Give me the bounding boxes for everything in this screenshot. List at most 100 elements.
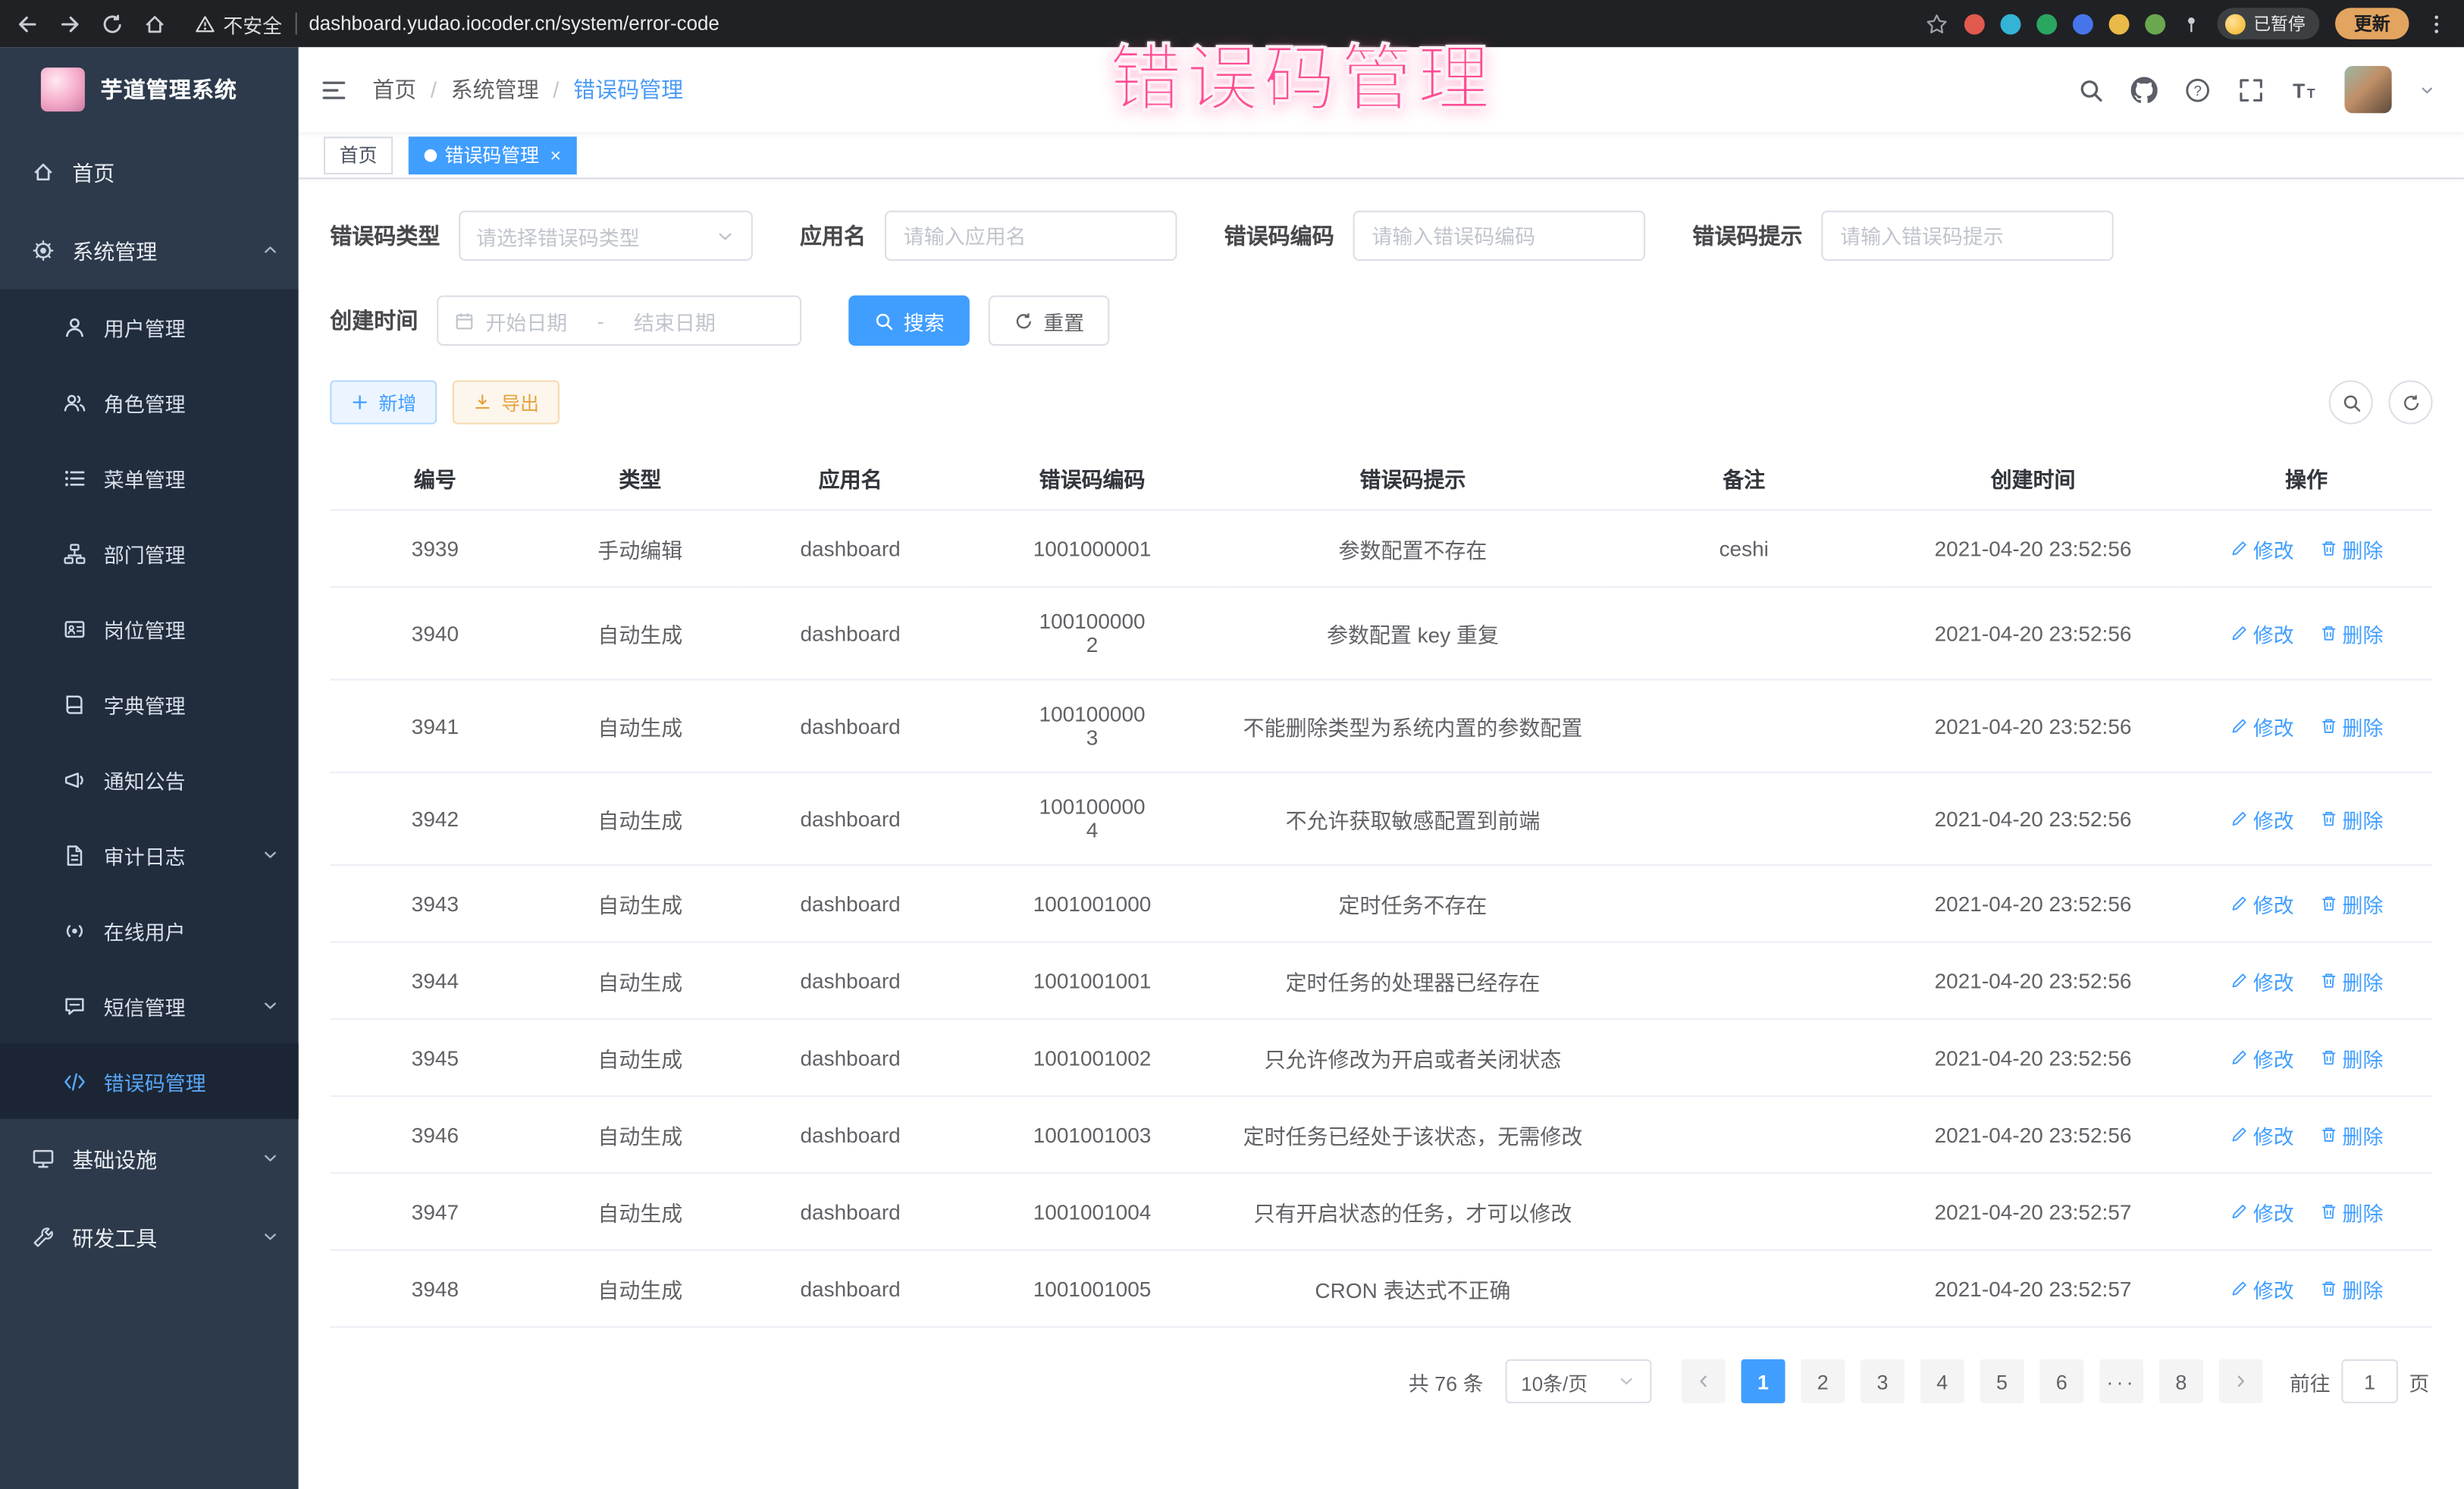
cell-code: 1001001003	[961, 1096, 1224, 1174]
back-icon[interactable]	[16, 12, 39, 36]
delete-link[interactable]: 删除	[2318, 889, 2383, 918]
edit-link[interactable]: 修改	[2230, 711, 2294, 741]
browser-menu-icon[interactable]	[2425, 12, 2448, 36]
page-button-3[interactable]: 3	[1861, 1359, 1904, 1403]
cell-id: 3940	[330, 587, 540, 679]
breadcrumb-separator-icon: /	[431, 77, 437, 102]
sidebar-item-departments[interactable]: 部门管理	[0, 516, 299, 591]
error-type-select[interactable]: 请选择错误码类型	[459, 211, 753, 261]
reset-button[interactable]: 重置	[989, 296, 1110, 346]
user-avatar[interactable]	[2344, 66, 2391, 113]
sidebar-item-infrastructure[interactable]: 基础设施	[0, 1119, 299, 1198]
reload-icon[interactable]	[101, 12, 124, 36]
edit-link[interactable]: 修改	[2230, 804, 2294, 833]
edit-link[interactable]: 修改	[2230, 889, 2294, 918]
edit-link[interactable]: 修改	[2230, 619, 2294, 648]
page-button-2[interactable]: 2	[1801, 1359, 1845, 1403]
delete-link[interactable]: 删除	[2318, 1274, 2383, 1303]
address-bar[interactable]: 不安全 dashboard.yudao.iocoder.cn/system/er…	[195, 8, 1903, 38]
page-button-6[interactable]: 6	[2039, 1359, 2083, 1403]
security-indicator[interactable]: 不安全	[195, 8, 282, 38]
add-button[interactable]: 新增	[330, 381, 437, 425]
search-icon[interactable]	[2077, 77, 2104, 103]
sidebar-item-dictionary[interactable]: 字典管理	[0, 666, 299, 741]
sidebar-item-posts[interactable]: 岗位管理	[0, 591, 299, 666]
fullscreen-icon[interactable]	[2238, 77, 2265, 103]
extension-icon[interactable]	[2036, 14, 2057, 34]
profile-paused-chip[interactable]: 已暂停	[2218, 8, 2320, 39]
browser-home-icon[interactable]	[143, 12, 167, 36]
sidebar-item-roles[interactable]: 角色管理	[0, 365, 299, 440]
font-size-icon[interactable]	[2291, 77, 2318, 103]
sidebar-item-dev-tools[interactable]: 研发工具	[0, 1197, 299, 1276]
next-page-button[interactable]	[2219, 1359, 2263, 1403]
search-button[interactable]: 搜索	[848, 296, 970, 346]
delete-link[interactable]: 删除	[2318, 804, 2383, 833]
filter-label: 创建时间	[330, 305, 418, 336]
edit-link[interactable]: 修改	[2230, 1042, 2294, 1072]
edit-link[interactable]: 修改	[2230, 1120, 2294, 1149]
page-button-1[interactable]: 1	[1741, 1359, 1785, 1403]
edit-link[interactable]: 修改	[2230, 534, 2294, 563]
extension-icon[interactable]	[2145, 14, 2165, 34]
delete-link[interactable]: 删除	[2318, 534, 2383, 563]
sidebar-item-label: 错误码管理	[104, 1066, 206, 1096]
github-icon[interactable]	[2131, 77, 2158, 103]
edit-link[interactable]: 修改	[2230, 1196, 2294, 1226]
filter-row-2: 创建时间 开始日期 - 结束日期 搜索 重置	[330, 296, 2432, 346]
page-button-5[interactable]: 5	[1980, 1359, 2024, 1403]
delete-link[interactable]: 删除	[2318, 1196, 2383, 1226]
tag-home[interactable]: 首页	[324, 136, 393, 174]
export-button-label: 导出	[501, 389, 539, 415]
forward-icon[interactable]	[58, 12, 82, 36]
pin-extension-icon[interactable]	[2181, 14, 2202, 34]
page-button-8[interactable]: 8	[2159, 1359, 2203, 1403]
browser-update-button[interactable]: 更新	[2335, 8, 2409, 39]
sidebar-item-audit-log[interactable]: 审计日志	[0, 817, 299, 892]
refresh-table-button[interactable]	[2389, 381, 2433, 425]
cell-create-time: 2021-04-20 23:52:56	[1886, 510, 2180, 588]
sidebar-item-users[interactable]: 用户管理	[0, 289, 299, 364]
sidebar-item-sms[interactable]: 短信管理	[0, 968, 299, 1043]
bookmark-star-icon[interactable]	[1925, 12, 1948, 36]
app-logo[interactable]: 芋道管理系统	[0, 47, 299, 132]
sidebar-item-system[interactable]: 系统管理	[0, 211, 299, 290]
extension-icon[interactable]	[1964, 14, 1985, 34]
delete-link[interactable]: 删除	[2318, 966, 2383, 995]
page-size-select[interactable]: 10条/页	[1506, 1359, 1652, 1403]
error-message-input[interactable]	[1821, 211, 2114, 261]
delete-link[interactable]: 删除	[2318, 1120, 2383, 1149]
sidebar-item-error-code[interactable]: 错误码管理	[0, 1043, 299, 1118]
delete-link[interactable]: 删除	[2318, 1042, 2383, 1072]
sidebar-item-menus[interactable]: 菜单管理	[0, 440, 299, 515]
extension-icon[interactable]	[2073, 14, 2093, 34]
date-range-picker[interactable]: 开始日期 - 结束日期	[437, 296, 801, 346]
extension-icon[interactable]	[2001, 14, 2021, 34]
sidebar-item-online-users[interactable]: 在线用户	[0, 892, 299, 967]
goto-page-input[interactable]	[2341, 1359, 2398, 1403]
sidebar-item-notices[interactable]: 通知公告	[0, 741, 299, 817]
edit-link-label: 修改	[2253, 1120, 2294, 1149]
delete-link[interactable]: 删除	[2318, 619, 2383, 648]
tag-error-code[interactable]: 错误码管理 ×	[409, 136, 577, 174]
more-pages-button[interactable]: ···	[2099, 1359, 2143, 1403]
prev-page-button[interactable]	[1682, 1359, 1726, 1403]
sidebar-toggle-icon[interactable]	[321, 77, 347, 103]
export-button[interactable]: 导出	[453, 381, 560, 425]
close-icon[interactable]: ×	[550, 146, 562, 165]
toggle-search-button[interactable]	[2329, 381, 2373, 425]
chevron-down-icon[interactable]	[2419, 81, 2436, 99]
cell-create-time: 2021-04-20 23:52:56	[1886, 1019, 2180, 1096]
breadcrumb-item[interactable]: 系统管理	[451, 74, 539, 105]
delete-link[interactable]: 删除	[2318, 711, 2383, 741]
cell-id: 3942	[330, 773, 540, 865]
sidebar-item-home[interactable]: 首页	[0, 132, 299, 211]
app-name-input[interactable]	[885, 211, 1177, 261]
edit-link[interactable]: 修改	[2230, 966, 2294, 995]
error-code-input[interactable]	[1353, 211, 1646, 261]
help-icon[interactable]	[2184, 77, 2211, 103]
edit-link[interactable]: 修改	[2230, 1274, 2294, 1303]
extension-icon[interactable]	[2109, 14, 2130, 34]
page-button-4[interactable]: 4	[1920, 1359, 1964, 1403]
breadcrumb-item[interactable]: 首页	[372, 74, 416, 105]
